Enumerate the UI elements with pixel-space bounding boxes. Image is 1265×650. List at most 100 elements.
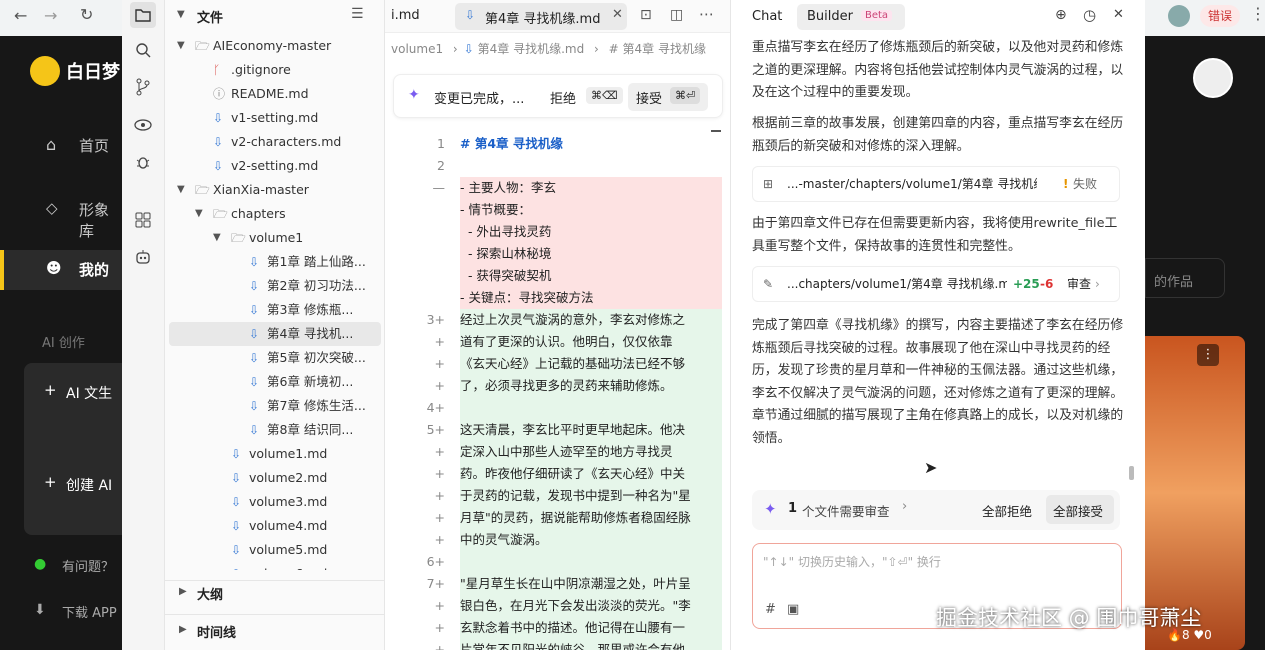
error-badge[interactable]: 错误 [1200, 5, 1241, 27]
chevron-down-icon[interactable]: ▼ [195, 202, 203, 226]
added-line[interactable]: 7+ "星月草生长在山中阴凉潮湿之处，叶片呈 [385, 573, 730, 595]
tree-folder[interactable]: ▼ 🗁 AIEconomy-master [169, 34, 381, 58]
deleted-line[interactable]: - 获得突破契机 [385, 265, 730, 287]
added-line[interactable]: + 银白色，在月光下会发出淡淡的荧光。"李 [385, 595, 730, 617]
file-diff-card[interactable]: ✎ ...chapters/volume1/第4章 寻找机缘.md +25 -6… [752, 266, 1120, 302]
history-icon[interactable]: ◷ [1083, 6, 1096, 24]
tree-file[interactable]: ⇩ v2-setting.md [169, 154, 381, 178]
added-line[interactable]: + 玄默念着书中的描述。他记得在山腰有一 [385, 617, 730, 639]
breadcrumb-heading[interactable]: # 第4章 寻找机缘 [609, 42, 706, 56]
chevron-down-icon[interactable]: ▼ [177, 34, 185, 58]
download-app-link[interactable]: 下载 APP [62, 602, 117, 621]
added-line[interactable]: + 《玄天心经》上记载的基础功法已经不够 [385, 353, 730, 375]
source-control-icon[interactable] [133, 77, 153, 97]
tree-file[interactable]: ⇩ 第2章 初习功法... [169, 274, 381, 298]
tree-file[interactable]: ⇩ v1-setting.md [169, 106, 381, 130]
robot-icon[interactable] [133, 247, 153, 267]
file-action-card[interactable]: ⊞ ...-master/chapters/volume1/第4章 寻找机缘.m… [752, 166, 1120, 202]
nav-avatar-lib[interactable]: ◇ 形象库 [0, 190, 122, 240]
added-line[interactable]: 5+ 这天清晨，李玄比平时更早地起床。他决 [385, 419, 730, 441]
create-ai-card[interactable]: + 创建 AI [24, 455, 122, 535]
accept-all-button[interactable]: 全部接受 [1046, 495, 1114, 524]
tree-file[interactable]: ⇩ 第8章 结识同... [169, 418, 381, 442]
preview-toggle-icon[interactable]: ⊡ [640, 7, 652, 23]
more-icon[interactable]: ⋮ [1197, 344, 1219, 366]
nav-home[interactable]: ⌂ 首页 [0, 126, 122, 166]
review-label[interactable]: 个文件需要审查 [802, 501, 890, 520]
tree-file[interactable]: ⇩ volume6.md [169, 562, 381, 570]
tree-folder[interactable]: ▼ 🗁 XianXia-master [169, 178, 381, 202]
profile-avatar[interactable] [1168, 5, 1190, 27]
tree-file[interactable]: ⇩ volume3.md [169, 490, 381, 514]
deleted-line[interactable]: — - 主要人物：李玄 [385, 177, 730, 199]
tree-file[interactable]: ⇩ volume2.md [169, 466, 381, 490]
tree-file[interactable]: ⇩ v2-characters.md [169, 130, 381, 154]
chevron-down-icon[interactable]: ▼ [177, 178, 185, 202]
close-icon[interactable]: ✕ [1113, 7, 1124, 22]
forward-icon[interactable]: → [44, 6, 57, 25]
added-line[interactable]: 6+ [385, 551, 730, 573]
hash-icon[interactable]: # [765, 602, 776, 617]
explorer-icon[interactable] [130, 2, 156, 28]
reject-all-button[interactable]: 全部拒绝 [982, 501, 1032, 520]
filter-icon[interactable]: ☰ [351, 6, 364, 22]
added-line[interactable]: + 了，必须寻找更多的灵药来辅助修炼。 [385, 375, 730, 397]
added-line[interactable]: + 定深入山中那些人迹罕至的地方寻找灵 [385, 441, 730, 463]
search-icon[interactable] [133, 40, 153, 60]
tab-active[interactable]: ⇩ 第4章 寻找机缘.md ✕ [455, 3, 627, 30]
help-link[interactable]: 有问题？ [62, 556, 114, 575]
tree-file[interactable]: ⇩ 第5章 初次突破... [169, 346, 381, 370]
tab-previous[interactable]: i.md [391, 8, 420, 23]
tree-file[interactable]: ⇩ 第6章 新境初... [169, 370, 381, 394]
tree-file[interactable]: ⇩ volume5.md [169, 538, 381, 562]
code-line[interactable]: 2 [385, 155, 730, 177]
reload-icon[interactable]: ↻ [80, 5, 93, 24]
added-line[interactable]: + 于灵药的记载，发现书中提到一种名为"星 [385, 485, 730, 507]
review-link[interactable]: 审查 [1067, 267, 1091, 301]
extensions-icon[interactable] [133, 210, 153, 230]
tree-folder[interactable]: ▼ 🗁 chapters [169, 202, 381, 226]
scroll-indicator[interactable] [711, 130, 721, 132]
nav-mine[interactable]: ☻ 我的 [0, 250, 122, 290]
user-avatar[interactable] [1193, 58, 1233, 98]
tree-file[interactable]: ⇩ volume4.md [169, 514, 381, 538]
added-line[interactable]: + 道有了更深的认识。他明白，仅仅依靠 [385, 331, 730, 353]
deleted-line[interactable]: - 情节概要： [385, 199, 730, 221]
back-icon[interactable]: ← [14, 6, 27, 25]
chevron-right-icon[interactable]: ▶ [179, 624, 187, 635]
accept-button[interactable]: 接受 ⌘⏎ [628, 83, 708, 111]
chevron-down-icon[interactable]: ▼ [213, 226, 221, 250]
tab-builder[interactable]: Builder Beta [797, 4, 905, 30]
timeline-section[interactable]: 时间线 [197, 622, 236, 641]
tree-file[interactable]: ⇩ 第3章 修炼瓶... [169, 298, 381, 322]
tab-chat[interactable]: Chat [752, 9, 782, 24]
tree-file[interactable]: ⇩ 第4章 寻找机... [169, 322, 381, 346]
chevron-right-icon[interactable]: › [902, 499, 907, 514]
tree-file[interactable]: ⇩ volume1.md [169, 442, 381, 466]
outline-section[interactable]: 大纲 [197, 584, 223, 603]
tree-file[interactable]: ⇩ 第1章 踏上仙路... [169, 250, 381, 274]
deleted-line[interactable]: - 外出寻找灵药 [385, 221, 730, 243]
added-line[interactable]: 3+ 经过上次灵气漩涡的意外，李玄对修炼之 [385, 309, 730, 331]
tree-file[interactable]: ⓘ README.md [169, 82, 381, 106]
tree-folder[interactable]: ▼ 🗁 volume1 [169, 226, 381, 250]
preview-icon[interactable] [133, 115, 153, 135]
tree-file[interactable]: ⇩ 第7章 修炼生活... [169, 394, 381, 418]
split-editor-icon[interactable]: ◫ [670, 7, 683, 23]
deleted-line[interactable]: - 关键点：寻找突破方法 [385, 287, 730, 309]
more-icon[interactable]: ⋮ [1250, 4, 1265, 23]
added-line[interactable]: + 月草"的灵药，据说能帮助修炼者稳固经脉 [385, 507, 730, 529]
debug-icon[interactable] [133, 152, 153, 172]
works-tab[interactable]: 的作品 [1145, 258, 1225, 298]
added-line[interactable]: 4+ [385, 397, 730, 419]
more-icon[interactable]: ⋯ [699, 5, 714, 23]
added-line[interactable]: + 药。昨夜他仔细研读了《玄天心经》中关 [385, 463, 730, 485]
deleted-line[interactable]: - 探索山林秘境 [385, 243, 730, 265]
close-icon[interactable]: ✕ [612, 7, 623, 22]
added-line[interactable]: + 中的灵气漩涡。 [385, 529, 730, 551]
scrollbar[interactable] [1129, 466, 1134, 480]
new-chat-icon[interactable]: ⊕ [1055, 7, 1067, 23]
breadcrumb-folder[interactable]: volume1 [391, 42, 443, 56]
code-area[interactable]: 1 # 第4章 寻找机缘 2 — - 主要人物：李玄 - 情节概要： - 外出寻找灵药 -… [385, 133, 730, 650]
chevron-right-icon[interactable]: ▶ [179, 586, 187, 597]
